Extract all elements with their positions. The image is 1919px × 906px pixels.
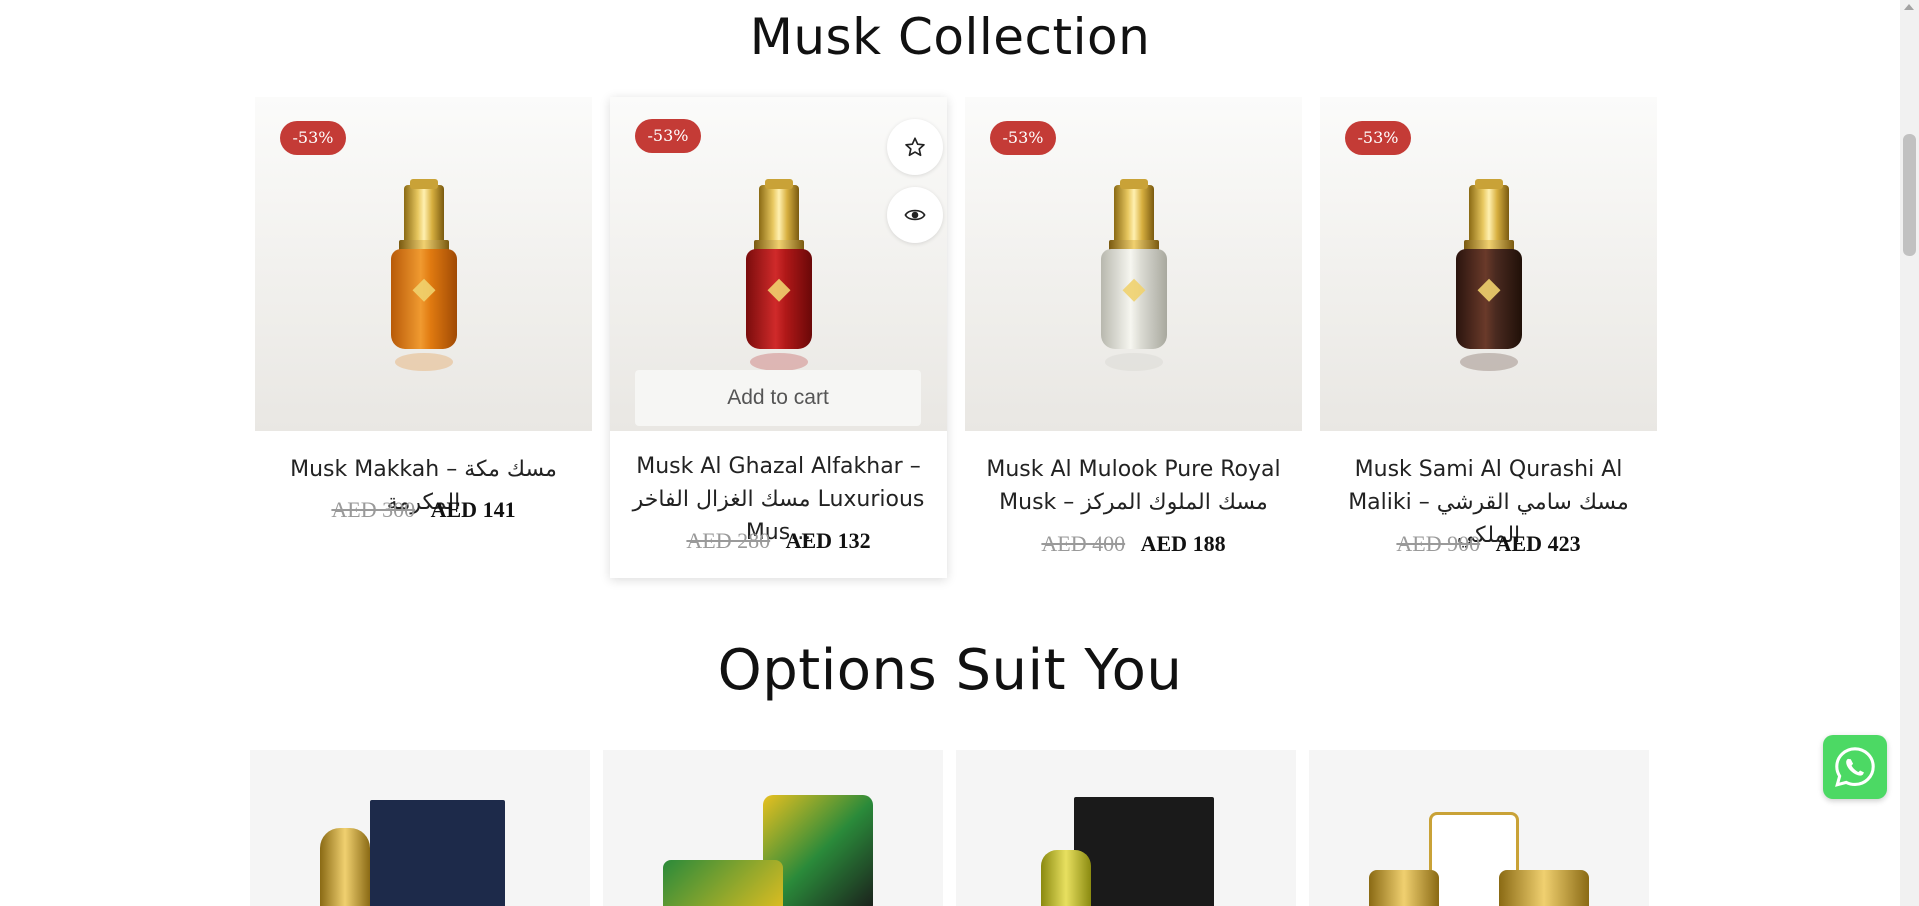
original-price: AED 900 xyxy=(1396,531,1481,556)
option-card[interactable] xyxy=(250,750,590,906)
sale-price: AED 423 xyxy=(1495,531,1581,556)
product-card[interactable]: -53% Add to cart Musk Al Ghazal Alfakhar… xyxy=(610,97,947,578)
page: Musk Collection -53% Musk Makkah – مسك م… xyxy=(0,0,1900,906)
product-price: AED 300 AED 141 xyxy=(255,497,592,523)
perfume-bottle-image xyxy=(389,179,459,371)
discount-badge: -53% xyxy=(1345,121,1411,155)
sale-price: AED 141 xyxy=(430,497,516,522)
product-price: AED 280 AED 132 xyxy=(610,528,947,554)
options-section-title: Options Suit You xyxy=(717,638,1183,703)
product-image[interactable]: -53% xyxy=(255,97,592,431)
discount-badge: -53% xyxy=(635,119,701,153)
option-card[interactable] xyxy=(1309,750,1649,906)
product-image[interactable]: -53% Add to cart xyxy=(610,97,947,431)
product-card[interactable]: -53% Musk Sami Al Qurashi Al Maliki – مس… xyxy=(1320,97,1657,578)
perfume-bottle-image xyxy=(1099,179,1169,371)
product-image[interactable]: -53% xyxy=(965,97,1302,431)
musk-collection-title: Musk Collection xyxy=(749,8,1151,66)
star-icon xyxy=(905,137,925,157)
wishlist-button[interactable] xyxy=(887,119,943,175)
perfume-bottle-image xyxy=(744,179,814,371)
scroll-up-arrow-icon[interactable] xyxy=(1904,4,1914,10)
option-card[interactable] xyxy=(603,750,943,906)
gift-box-image xyxy=(1074,797,1214,906)
product-price: AED 400 AED 188 xyxy=(965,531,1302,557)
product-price: AED 900 AED 423 xyxy=(1320,531,1657,557)
product-name-link[interactable]: Musk Al Mulook Pure Royal Musk – مسك الم… xyxy=(971,453,1296,519)
perfume-bottle-image xyxy=(1041,850,1091,906)
original-price: AED 300 xyxy=(331,497,416,522)
incense-burner-image xyxy=(1499,870,1589,906)
discount-badge: -53% xyxy=(280,121,346,155)
perfume-bottle-image xyxy=(1454,179,1524,371)
product-image[interactable]: -53% xyxy=(1320,97,1657,431)
original-price: AED 400 xyxy=(1041,531,1126,556)
whatsapp-icon xyxy=(1835,747,1875,787)
gift-box-image xyxy=(370,800,505,906)
perfume-bottle-image xyxy=(320,828,370,906)
quick-view-button[interactable] xyxy=(887,187,943,243)
gift-bag-image xyxy=(663,860,783,906)
sale-price: AED 132 xyxy=(785,528,871,553)
add-to-cart-button[interactable]: Add to cart xyxy=(635,370,921,426)
original-price: AED 280 xyxy=(686,528,771,553)
product-card[interactable]: -53% Musk Makkah – مسك مكة المكرمة AED 3… xyxy=(255,97,592,578)
eye-icon xyxy=(904,209,926,221)
whatsapp-chat-button[interactable] xyxy=(1823,735,1887,799)
sale-price: AED 188 xyxy=(1140,531,1226,556)
scrollbar-thumb[interactable] xyxy=(1903,134,1916,256)
product-card[interactable]: -53% Musk Al Mulook Pure Royal Musk – مس… xyxy=(965,97,1302,578)
discount-badge: -53% xyxy=(990,121,1056,155)
incense-burner-image xyxy=(1369,870,1439,906)
option-card[interactable] xyxy=(956,750,1296,906)
